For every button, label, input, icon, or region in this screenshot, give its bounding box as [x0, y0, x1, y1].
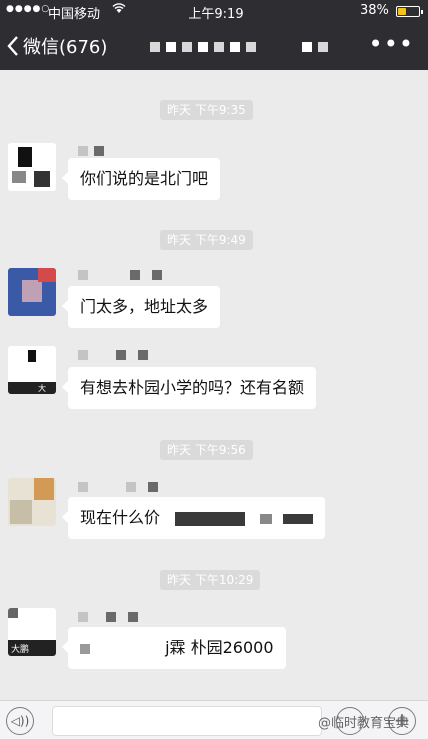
timestamp: 昨天 下午9:35	[160, 100, 253, 120]
avatar-caption: 大	[38, 384, 46, 393]
redacted-block	[283, 513, 314, 524]
avatar-caption: 大鹏	[11, 645, 30, 655]
avatar[interactable]: 大	[8, 346, 56, 394]
redacted-block	[80, 643, 90, 654]
voice-input-button[interactable]: ◁))	[6, 707, 34, 735]
redacted-block	[175, 511, 246, 526]
back-label: 微信(676)	[23, 37, 108, 58]
sender-name-redacted	[78, 612, 138, 624]
sender-name-redacted	[78, 482, 158, 494]
status-bar: ●●●●○ 中国移动 上午9:19 38%	[0, 0, 428, 22]
sender-name-redacted	[78, 146, 104, 158]
battery-icon	[396, 6, 423, 17]
message-input[interactable]	[52, 706, 322, 736]
chat-title-redacted	[150, 42, 328, 52]
status-time: 上午9:19	[188, 7, 244, 22]
message-text: 门太多，地址太多	[80, 297, 209, 316]
message-bubble[interactable]: j霖 朴园26000	[62, 627, 286, 669]
carrier-name: 中国移动	[48, 7, 101, 22]
back-button[interactable]: 微信(676)	[6, 32, 107, 60]
message-bubble[interactable]: 现在什么价	[61, 497, 326, 539]
message-bubble[interactable]: 门太多，地址太多	[61, 286, 221, 328]
more-options-button[interactable]: •••	[369, 32, 414, 56]
message-text: 有想去朴园小学的吗？还有名额	[80, 378, 305, 397]
message-text: j霖 朴园26000	[165, 638, 274, 657]
message-bubble[interactable]: 你们说的是北门吧	[61, 158, 221, 200]
timestamp: 昨天 下午9:49	[160, 230, 253, 250]
chevron-left-icon	[7, 36, 18, 56]
redacted-block	[260, 513, 273, 524]
avatar[interactable]	[8, 143, 56, 191]
weibo-watermark: @临时教育宝典	[318, 716, 410, 731]
wifi-icon	[112, 2, 126, 18]
timestamp: 昨天 下午9:56	[160, 440, 253, 460]
voice-icon: ◁))	[10, 714, 30, 728]
chat-header: 微信(676) •••	[0, 22, 428, 70]
message-text: 你们说的是北门吧	[80, 169, 209, 188]
sender-name-redacted	[78, 350, 148, 362]
signal-indicator: ●●●●○	[6, 4, 51, 14]
avatar[interactable]: 大鹏	[8, 608, 56, 656]
message-text: 现在什么价	[80, 508, 161, 527]
chat-messages[interactable]: 昨天 下午9:35 你们说的是北门吧 昨天 下午9:49 门太多，地址太多 大 …	[0, 70, 428, 700]
sender-name-redacted	[78, 270, 162, 282]
avatar[interactable]	[8, 478, 56, 526]
battery-fill	[398, 8, 406, 15]
timestamp: 昨天 下午10:29	[160, 570, 261, 590]
battery-percent: 38%	[360, 3, 389, 18]
message-bubble[interactable]: 有想去朴园小学的吗？还有名额	[61, 367, 317, 409]
avatar[interactable]	[8, 268, 56, 316]
